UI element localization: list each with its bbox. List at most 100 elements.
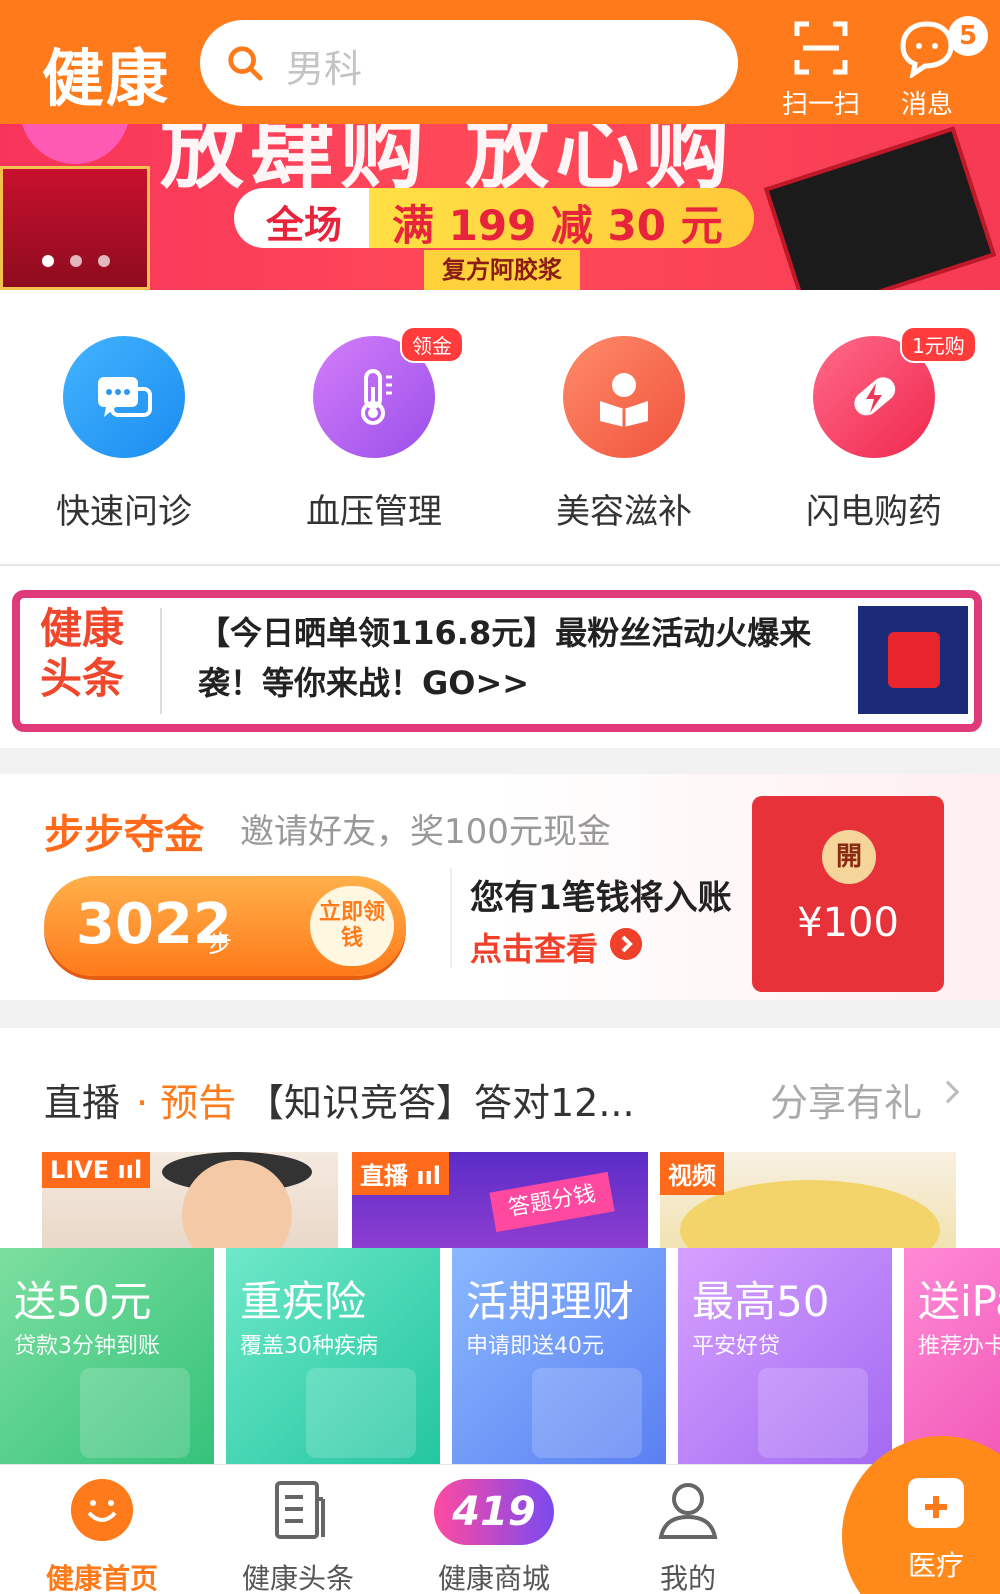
share-gift-link[interactable]: 分享有礼: [770, 1072, 922, 1127]
finance-tile[interactable]: 送50元 贷款3分钟到账: [0, 1248, 214, 1464]
banner-pill-left: 全场: [266, 203, 343, 247]
headline-thumbnail: [858, 606, 968, 714]
blood-pressure-item[interactable]: 领金 血压管理: [274, 326, 474, 533]
live-topic[interactable]: 【知识竞答】答对12...: [246, 1072, 635, 1127]
nav-headlines-label: 健康头条: [241, 1562, 354, 1594]
pending-money-text: 您有1笔钱将入账: [470, 878, 732, 918]
red-envelope[interactable]: 開 ¥100: [752, 796, 944, 992]
live-badge: 直播 ııl: [352, 1152, 450, 1195]
finance-title: 最高50: [692, 1277, 830, 1326]
finance-title: 送iPa: [918, 1277, 1000, 1326]
nav-mall[interactable]: 419 健康商城: [424, 1479, 564, 1594]
live-title[interactable]: 直播: [44, 1072, 120, 1127]
gift-icon: [758, 1368, 868, 1458]
finance-sub: 申请即送40元: [466, 1334, 604, 1359]
video-card[interactable]: 视频: [660, 1152, 956, 1248]
step-unit: 步: [208, 930, 232, 958]
nav-medical-label: 医疗: [907, 1549, 964, 1582]
quick-consult-label: 快速问诊: [56, 492, 192, 532]
scan-label: 扫一扫: [781, 90, 860, 120]
nav-mall-label: 健康商城: [437, 1562, 550, 1594]
quick-consult-circle: [63, 336, 185, 458]
scan-icon: [794, 21, 848, 75]
section-gap: [0, 748, 1000, 774]
claim-gold-tag: 领金: [400, 326, 464, 363]
chevron-right-icon[interactable]: [936, 1080, 960, 1104]
document-icon: [275, 1481, 325, 1539]
finance-strip: 送50元 贷款3分钟到账 重疾险 覆盖30种疾病 活期理财 申请即送40元 最高…: [0, 1248, 1000, 1464]
app-logo: 健康: [42, 42, 171, 115]
finance-sub: 推荐办卡: [918, 1334, 1000, 1359]
chat-bubble-icon: [900, 21, 954, 80]
step-reward-title: 步步夺金: [44, 812, 204, 858]
medkit-icon: [908, 1478, 964, 1528]
nav-headlines[interactable]: 健康头条: [228, 1479, 368, 1594]
finance-sub: 覆盖30种疾病: [240, 1334, 378, 1359]
carousel-dots: [42, 252, 126, 271]
open-coin: 開: [822, 830, 876, 884]
live-card[interactable]: LIVE ııl: [42, 1152, 338, 1248]
reader-icon: [600, 373, 648, 427]
finance-tile[interactable]: 最高50 平安好贷: [678, 1248, 892, 1464]
step-divider: [450, 868, 452, 968]
pill-lightning-icon: [854, 377, 896, 416]
step-reward-card[interactable]: 步步夺金 邀请好友，奖100元现金 3022 步 立即领钱 您有1笔钱将入账 点…: [0, 774, 1000, 1000]
search-input[interactable]: 男科: [200, 20, 738, 106]
search-placeholder: 男科: [286, 47, 363, 91]
finance-tile[interactable]: 活期理财 申请即送40元: [452, 1248, 666, 1464]
blood-pressure-label: 血压管理: [306, 492, 442, 532]
health-headline-card[interactable]: 健康头条 【今日晒单领116.8元】最粉丝活动火爆来袭！等你来战！GO>>: [12, 590, 982, 732]
envelope-amount: ¥100: [797, 900, 899, 946]
quick-consult-item[interactable]: 快速问诊: [24, 336, 224, 533]
banner-brand-seal: 复方阿胶浆: [424, 250, 580, 290]
section-gap: [0, 1000, 1000, 1028]
preview-label[interactable]: · 预告: [136, 1072, 236, 1127]
smile-icon: [71, 1479, 133, 1541]
finance-title: 重疾险: [240, 1277, 367, 1326]
nav-home-label: 健康首页: [45, 1562, 158, 1594]
view-link[interactable]: 点击查看: [470, 924, 598, 970]
scan-button[interactable]: 扫一扫: [776, 14, 866, 120]
one-yuan-tag: 1元购: [900, 326, 977, 363]
promo-banner[interactable]: 放肆购 放心购 全场 满 199 减 30 元 复方阿胶浆: [0, 124, 1000, 290]
arrow-right-icon[interactable]: [610, 928, 642, 960]
flash-medicine-label: 闪电购药: [806, 492, 942, 532]
banner-pill-right: 满 199 减 30 元: [392, 201, 723, 250]
claim-money-button[interactable]: 立即领钱: [310, 886, 394, 966]
nav-medical[interactable]: 医疗: [866, 1478, 1000, 1584]
red-envelope-image: [888, 632, 940, 688]
beauty-tonic-label: 美容滋补: [556, 492, 692, 532]
chat-icon: [98, 377, 152, 417]
mall-419-icon: 419: [434, 1479, 554, 1545]
app-screen: 健康 男科 扫一扫 消息 5 放肆购 放心购 全场 满 199 减 30 元 复…: [0, 0, 1000, 1594]
top-header: 健康 男科 扫一扫 消息 5: [0, 0, 1000, 124]
finance-tile[interactable]: 重疾险 覆盖30种疾病: [226, 1248, 440, 1464]
live-badge: LIVE ııl: [42, 1152, 151, 1188]
carousel-dot[interactable]: [70, 255, 82, 267]
beauty-tonic-item[interactable]: 美容滋补: [524, 336, 724, 533]
video-badge: 视频: [660, 1152, 724, 1195]
shield-icon: [306, 1368, 416, 1458]
product-box-image: [0, 166, 150, 290]
carousel-dot[interactable]: [98, 255, 110, 267]
thermometer-icon: [361, 369, 392, 425]
live-card[interactable]: 答题分钱 直播 ııl: [352, 1152, 648, 1248]
headline-tag: 健康头条: [40, 604, 125, 703]
finance-title: 送50元: [14, 1277, 152, 1326]
beauty-tonic-circle: [563, 336, 685, 458]
finance-title: 活期理财: [466, 1277, 635, 1326]
nav-home[interactable]: 健康首页: [32, 1479, 172, 1594]
quiz-bubble: 答题分钱: [489, 1171, 615, 1233]
carousel-dot[interactable]: [42, 255, 54, 267]
nav-profile[interactable]: 我的: [618, 1479, 758, 1594]
nav-profile-label: 我的: [659, 1562, 716, 1594]
banner-decoration: [20, 124, 130, 164]
headline-text: 【今日晒单领116.8元】最粉丝活动火爆来袭！等你来战！GO>>: [198, 614, 812, 702]
headline-divider: [160, 608, 162, 714]
flash-medicine-item[interactable]: 1元购 闪电购药: [774, 326, 977, 533]
step-count-pill[interactable]: 3022 步 立即领钱: [44, 876, 406, 976]
finance-tile[interactable]: 送iPa 推荐办卡: [904, 1248, 1000, 1464]
product-package-image: [763, 126, 997, 290]
user-icon: [658, 1483, 718, 1539]
wallet-icon: [80, 1368, 190, 1458]
